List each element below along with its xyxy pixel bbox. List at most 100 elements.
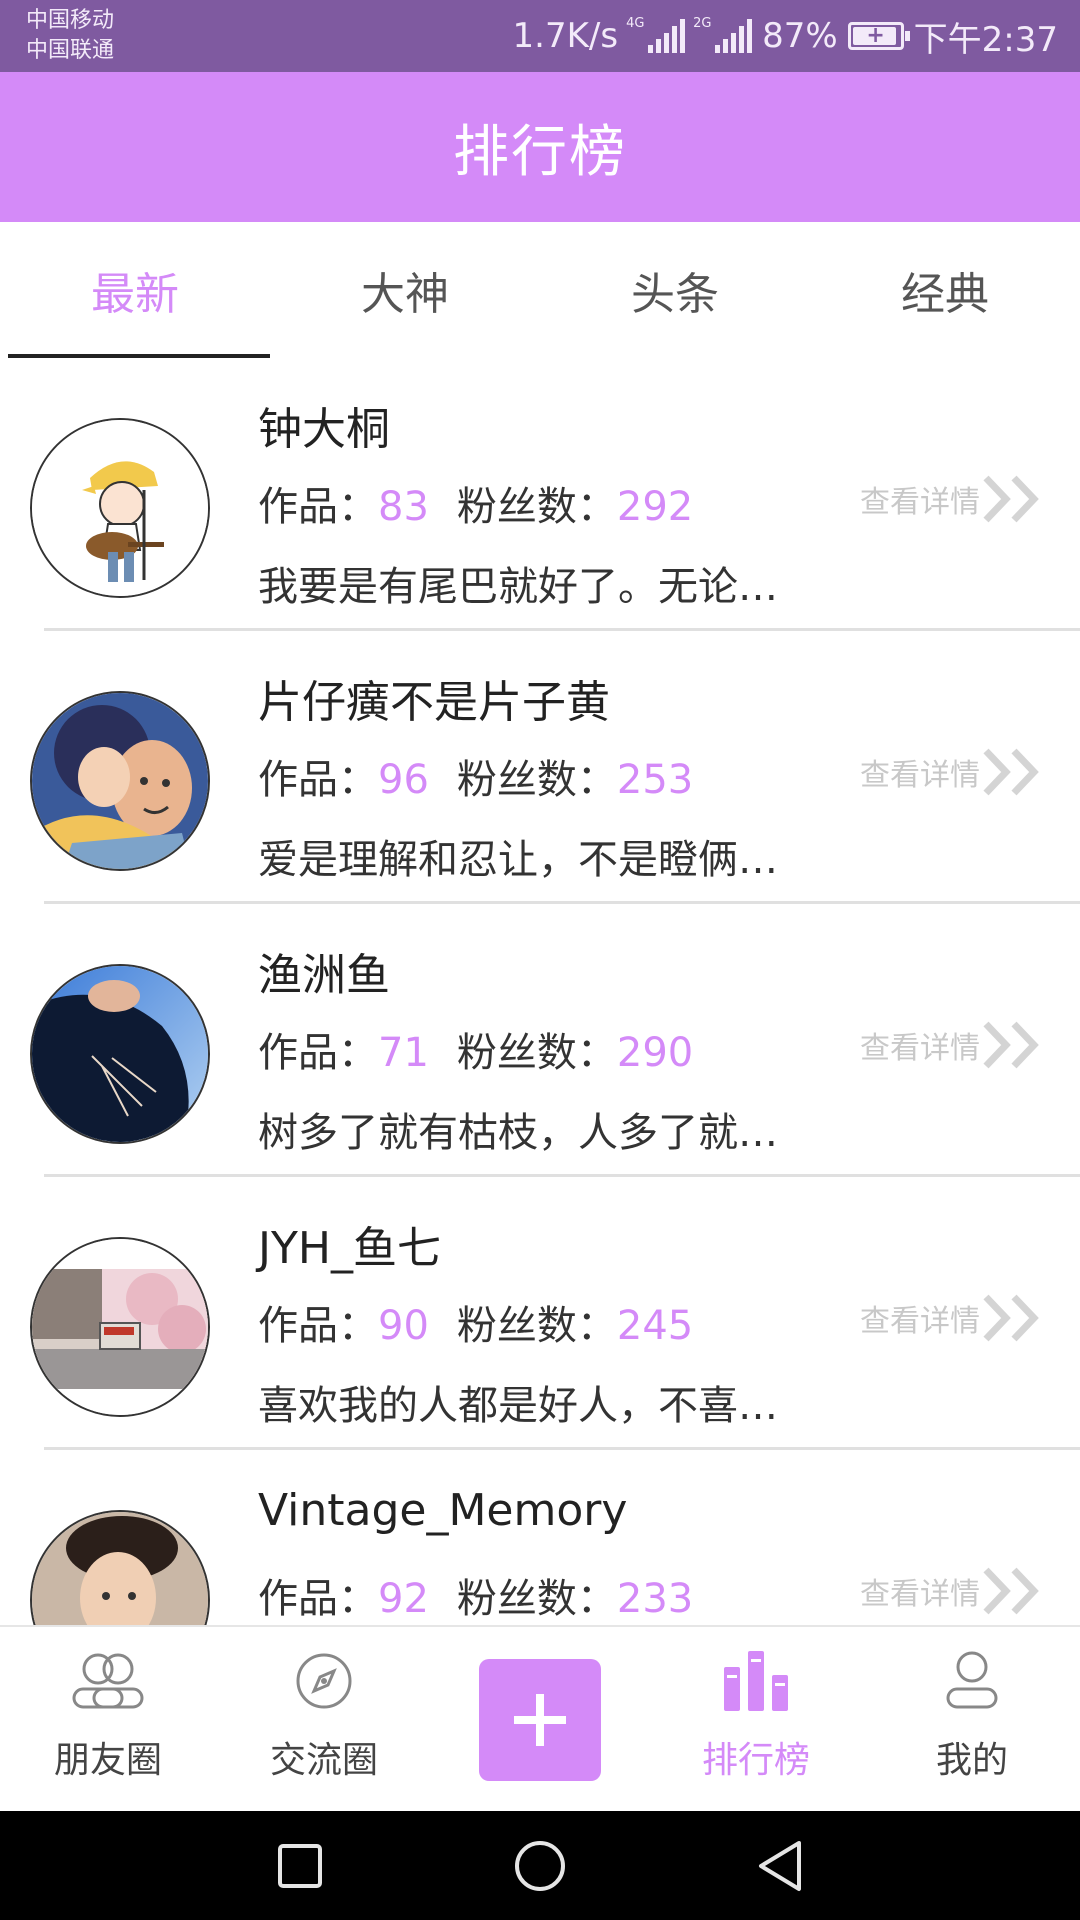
- tab-latest[interactable]: 最新: [0, 222, 270, 358]
- signal-4g-icon: 4G: [626, 17, 686, 53]
- list-item[interactable]: Vintage_Memory 作品：92 粉丝数：233 查看详情: [0, 1450, 1080, 1625]
- tab-classic[interactable]: 经典: [810, 222, 1080, 358]
- carrier-1: 中国移动: [26, 8, 115, 33]
- fans-label: 粉丝数：: [456, 1303, 617, 1349]
- system-nav-bar: [0, 1811, 1080, 1920]
- user-name: 钟大桐: [258, 404, 390, 455]
- compass-icon: [296, 1653, 352, 1709]
- works-label: 作品：: [258, 1030, 378, 1076]
- view-detail-button[interactable]: 查看详情: [860, 1566, 1044, 1616]
- list-item[interactable]: 钟大桐 作品：83 粉丝数：292 我要是有尾巴就好了。无论… 查看详情: [0, 358, 1080, 631]
- view-detail-button[interactable]: 查看详情: [860, 747, 1044, 797]
- circle-icon: [515, 1840, 565, 1891]
- works-label: 作品：: [258, 484, 378, 530]
- avatar[interactable]: [30, 1510, 210, 1625]
- tab-bar: 最新 大神 头条 经典: [0, 222, 1080, 358]
- signal-2g-icon: 2G: [693, 17, 753, 53]
- status-indicators: 1.7K/s 4G 2G 87% + 下午2:37: [513, 0, 1058, 72]
- user-signature: 喜欢我的人都是好人，不喜…: [258, 1383, 778, 1429]
- nav-label: 交流圈: [269, 1740, 378, 1781]
- nav-ranking[interactable]: 排行榜: [648, 1627, 864, 1811]
- fans-count: 253: [616, 757, 694, 803]
- friends-icon: [72, 1653, 144, 1709]
- works-count: 92: [378, 1576, 429, 1622]
- user-name: 渔洲鱼: [258, 950, 390, 1001]
- carrier-2: 中国联通: [26, 38, 115, 63]
- back-triangle-icon: [759, 1840, 801, 1891]
- double-chevron-right-icon: [983, 748, 1039, 796]
- list-item[interactable]: JYH_鱼七 作品：90 粉丝数：245 喜欢我的人都是好人，不喜… 查看详情: [0, 1177, 1080, 1450]
- nav-label: 排行榜: [701, 1740, 810, 1781]
- user-stats: 作品：92 粉丝数：233: [258, 1566, 693, 1624]
- fans-count: 233: [616, 1576, 694, 1622]
- back-button[interactable]: [720, 1811, 840, 1920]
- status-bar: 中国移动 中国联通 1.7K/s 4G 2G 87% + 下午2:37: [0, 0, 1080, 72]
- battery-percent: 87%: [762, 16, 838, 56]
- view-detail-label: 查看详情: [860, 485, 980, 520]
- avatar[interactable]: [30, 1237, 210, 1417]
- list-item[interactable]: 渔洲鱼 作品：71 粉丝数：290 树多了就有枯枝，人多了就… 查看详情: [0, 904, 1080, 1177]
- nav-label: 朋友圈: [53, 1740, 162, 1781]
- title-bar: 排行榜: [0, 72, 1080, 222]
- clock: 下午2:37: [913, 19, 1058, 60]
- list-item[interactable]: 片仔癀不是片子黄 作品：96 粉丝数：253 爱是理解和忍让，不是瞪俩… 查看详情: [0, 631, 1080, 904]
- user-signature: 树多了就有枯枝，人多了就…: [258, 1110, 778, 1156]
- works-count: 71: [378, 1030, 429, 1076]
- fans-label: 粉丝数：: [456, 1030, 617, 1076]
- nav-community[interactable]: 交流圈: [216, 1627, 432, 1811]
- user-name: Vintage_Memory: [258, 1485, 628, 1536]
- fans-label: 粉丝数：: [456, 1576, 617, 1622]
- double-chevron-right-icon: [983, 1294, 1039, 1342]
- ranking-icon: [724, 1651, 788, 1711]
- view-detail-button[interactable]: 查看详情: [860, 1020, 1044, 1070]
- nav-profile[interactable]: 我的: [864, 1627, 1080, 1811]
- user-name: 片仔癀不是片子黄: [258, 677, 610, 728]
- plus-icon: [514, 1694, 566, 1746]
- works-label: 作品：: [258, 757, 378, 803]
- tab-masters[interactable]: 大神: [270, 222, 540, 358]
- nav-friends[interactable]: 朋友圈: [0, 1627, 216, 1811]
- user-name: JYH_鱼七: [258, 1223, 441, 1274]
- fans-count: 290: [616, 1030, 694, 1076]
- view-detail-label: 查看详情: [860, 1031, 980, 1066]
- works-count: 83: [378, 484, 429, 530]
- tab-headlines[interactable]: 头条: [540, 222, 810, 358]
- carrier-info: 中国移动 中国联通: [26, 6, 114, 66]
- works-label: 作品：: [258, 1303, 378, 1349]
- double-chevron-right-icon: [983, 1567, 1039, 1615]
- page-title: 排行榜: [453, 119, 627, 185]
- ranking-list: 钟大桐 作品：83 粉丝数：292 我要是有尾巴就好了。无论… 查看详情 片仔癀…: [0, 358, 1080, 1625]
- view-detail-label: 查看详情: [860, 1577, 980, 1612]
- user-stats: 作品：83 粉丝数：292: [258, 474, 693, 532]
- view-detail-button[interactable]: 查看详情: [860, 474, 1044, 524]
- square-icon: [278, 1843, 322, 1888]
- user-stats: 作品：90 粉丝数：245: [258, 1293, 693, 1351]
- user-signature: 我要是有尾巴就好了。无论…: [258, 564, 778, 610]
- double-chevron-right-icon: [983, 1021, 1039, 1069]
- network-speed: 1.7K/s: [512, 16, 619, 56]
- avatar[interactable]: [30, 418, 210, 598]
- view-detail-label: 查看详情: [860, 1304, 980, 1339]
- view-detail-label: 查看详情: [860, 758, 980, 793]
- fans-label: 粉丝数：: [456, 484, 617, 530]
- fans-label: 粉丝数：: [456, 757, 617, 803]
- add-post-button[interactable]: [479, 1659, 601, 1781]
- battery-icon: +: [847, 22, 910, 50]
- works-count: 96: [378, 757, 429, 803]
- recent-apps-button[interactable]: [240, 1811, 360, 1920]
- profile-icon: [946, 1651, 998, 1709]
- user-stats: 作品：96 粉丝数：253: [258, 747, 693, 805]
- user-signature: 爱是理解和忍让，不是瞪俩…: [258, 837, 778, 883]
- avatar[interactable]: [30, 964, 210, 1144]
- home-button[interactable]: [480, 1811, 600, 1920]
- avatar[interactable]: [30, 691, 210, 871]
- user-stats: 作品：71 粉丝数：290: [258, 1020, 693, 1078]
- screen: 中国移动 中国联通 1.7K/s 4G 2G 87% + 下午2:37 排行榜: [0, 0, 1080, 1920]
- view-detail-button[interactable]: 查看详情: [860, 1293, 1044, 1343]
- double-chevron-right-icon: [983, 475, 1039, 523]
- works-count: 90: [378, 1303, 429, 1349]
- fans-count: 245: [616, 1303, 694, 1349]
- fans-count: 292: [616, 484, 694, 530]
- works-label: 作品：: [258, 1576, 378, 1622]
- nav-label: 我的: [935, 1740, 1008, 1781]
